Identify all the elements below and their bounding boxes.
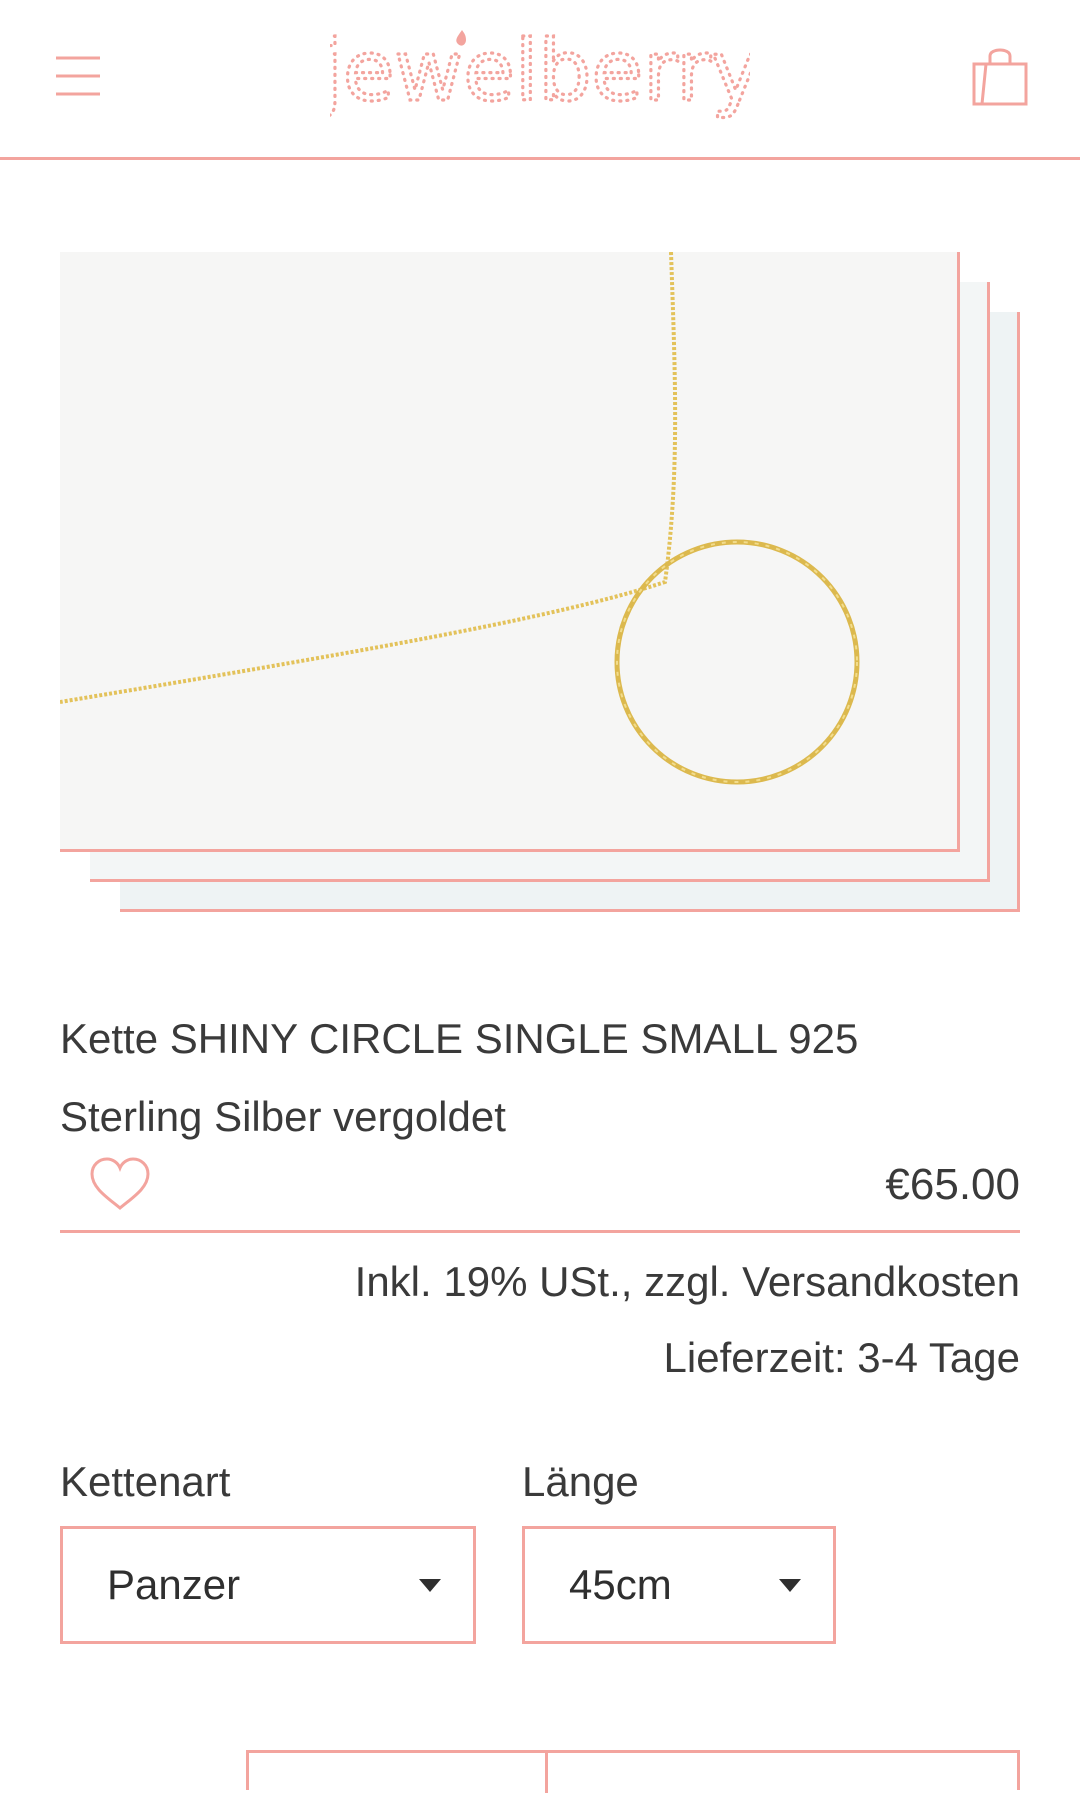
chain-type-value: Panzer [107, 1561, 241, 1608]
product-image-gallery[interactable] [60, 252, 1020, 912]
heart-outline-icon[interactable] [88, 1156, 152, 1212]
chevron-down-icon [419, 1579, 441, 1592]
shopping-bag-icon[interactable] [970, 44, 1030, 108]
price-divider [60, 1230, 1020, 1233]
delivery-time: Lieferzeit: 3-4 Tage [663, 1334, 1020, 1381]
length-select[interactable]: 45cm [522, 1526, 836, 1644]
site-logo[interactable]: jewelberry [316, 20, 762, 140]
product-title: Kette SHINY CIRCLE SINGLE SMALL 925 Ster… [60, 1000, 960, 1156]
logo-wordmark: jewelberry [330, 22, 750, 120]
tax-note: Inkl. 19% USt., zzgl. Versandkosten [354, 1258, 1020, 1305]
product-price: €65.00 [885, 1160, 1020, 1209]
chain-type-select[interactable]: Panzer [60, 1526, 476, 1644]
hamburger-menu-icon[interactable] [54, 52, 102, 100]
product-photo [60, 252, 960, 852]
site-header: jewelberry [0, 0, 1080, 160]
length-label: Länge [522, 1458, 639, 1505]
product-title-line-2: Sterling Silber vergoldet [60, 1093, 506, 1140]
quantity-add-to-cart-row[interactable] [246, 1750, 1020, 1793]
product-title-line-1: Kette SHINY CIRCLE SINGLE SMALL 925 [60, 1015, 859, 1062]
chevron-down-icon [779, 1579, 801, 1592]
row-separator [545, 1753, 548, 1793]
length-value: 45cm [569, 1561, 672, 1608]
chain-type-label: Kettenart [60, 1458, 231, 1505]
